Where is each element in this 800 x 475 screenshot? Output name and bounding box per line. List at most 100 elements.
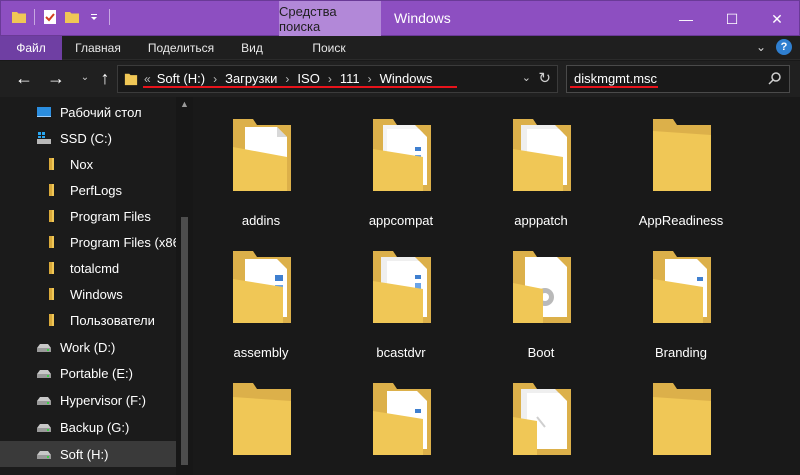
tab-view[interactable]: Вид [228,36,276,60]
sidebar-item-portable-e[interactable]: Portable (E:) [0,360,176,386]
sidebar-item-program-files[interactable]: Program Files [0,203,176,229]
ribbon-tabs: Файл Главная Поделиться Вид Поиск ⌄ ? [0,36,800,60]
folder-tile-addins[interactable]: addins [193,97,329,228]
sidebar-item-ssd-c[interactable]: SSD (C:) [0,125,176,151]
navigation-bar: ← → ⌄ ↑ « Soft (H:) › Загрузки › ISO › 1… [0,61,800,97]
search-query: diskmgmt.msc [574,71,658,86]
maximize-button[interactable]: ☐ [709,1,755,37]
folder-icon [46,156,62,172]
folder-icon [373,251,431,323]
sidebar-item-label: Backup (G:) [60,419,130,435]
minimize-button[interactable]: — [663,1,709,37]
back-button[interactable]: ← [14,68,34,88]
sidebar-scrollbar[interactable]: ▲ [176,97,193,475]
scrollbar-thumb[interactable] [181,217,188,465]
folder-icon [46,260,62,276]
title-bar: Средства поиска Windows — ☐ ✕ [0,0,800,37]
sidebar-item-desktop[interactable]: Рабочий стол [0,99,176,125]
folder-tile[interactable] [193,361,329,475]
folder-label: bcastdvr [376,345,426,360]
up-button[interactable]: ↑ [95,68,115,88]
sidebar-item-users[interactable]: Пользователи [0,307,176,333]
folder-icon [513,119,571,191]
folder-icon[interactable] [11,9,27,25]
folder-tile-appreadiness[interactable]: AppReadiness [613,97,749,228]
sidebar-item-hypervisor-f[interactable]: Hypervisor (F:) [0,387,176,413]
breadcrumb-downloads[interactable]: Загрузки [225,71,277,86]
breadcrumb-windows[interactable]: Windows [380,71,433,86]
folder-label: apppatch [514,213,568,228]
new-folder-icon[interactable] [64,9,80,25]
sidebar-item-label: Work (D:) [60,339,116,355]
chevron-down-icon[interactable]: ⌄ [756,40,766,54]
folder-label: appcompat [368,213,434,228]
folder-tile-appcompat[interactable]: appcompat [333,97,469,228]
folder-icon [653,119,711,191]
tab-file[interactable]: Файл [0,36,62,60]
folder-icon [513,251,571,323]
drive-icon [36,365,52,381]
breadcrumb-soft-h[interactable]: Soft (H:) [157,71,205,86]
tab-search[interactable]: Поиск [278,36,380,60]
customize-toolbar-icon[interactable] [86,9,102,25]
folder-label: assembly [233,345,289,360]
breadcrumb-separator[interactable]: › [328,72,332,86]
folder-icon [124,72,138,86]
sidebar-item-work-d[interactable]: Work (D:) [0,334,176,360]
breadcrumb-overflow[interactable]: « [144,72,151,86]
sidebar-item-label: Hypervisor (F:) [60,392,146,408]
drive-icon [36,392,52,408]
sidebar-item-totalcmd[interactable]: totalcmd [0,255,176,281]
folder-tile[interactable] [473,361,609,475]
breadcrumb-separator[interactable]: › [285,72,289,86]
quick-access-toolbar [11,9,111,25]
sidebar-item-nox[interactable]: Nox [0,151,176,177]
folder-tile-boot[interactable]: Boot [473,229,609,360]
folder-tile-bcastdvr[interactable]: bcastdvr [333,229,469,360]
sidebar-item-label: Windows [70,286,123,302]
sidebar-item-backup-g[interactable]: Backup (G:) [0,414,176,440]
navigation-pane: Рабочий стол SSD (C:) Nox PerfLogs Progr… [0,97,193,475]
folder-tile-branding[interactable]: Branding [613,229,749,360]
folder-label: addins [241,213,281,228]
sidebar-item-perflogs[interactable]: PerfLogs [0,177,176,203]
windows-drive-icon [36,130,52,146]
address-dropdown-icon[interactable]: ⌄ [522,71,531,84]
sidebar-item-label: Program Files (x86) [70,234,185,250]
folder-icon [46,182,62,198]
breadcrumb-separator[interactable]: › [213,72,217,86]
scroll-up-icon[interactable]: ▲ [180,99,189,109]
folder-tile-apppatch[interactable]: apppatch [473,97,609,228]
breadcrumb-111[interactable]: 111 [340,71,360,86]
sidebar-item-program-files-x86[interactable]: Program Files (x86) [0,229,184,255]
drive-icon [36,446,52,462]
tab-share[interactable]: Поделиться [134,36,228,60]
folder-icon [653,251,711,323]
recent-locations-button[interactable]: ⌄ [75,68,95,88]
folder-tile[interactable] [333,361,469,475]
search-input[interactable]: diskmgmt.msc [566,65,790,93]
forward-button[interactable]: → [46,68,66,88]
sidebar-item-windows[interactable]: Windows [0,281,176,307]
breadcrumb-iso[interactable]: ISO [297,71,319,86]
close-button[interactable]: ✕ [754,1,800,37]
toolbar-divider [34,9,35,25]
address-bar[interactable]: « Soft (H:) › Загрузки › ISO › 111 › Win… [117,65,558,93]
properties-icon[interactable] [42,9,58,25]
refresh-button[interactable]: ↻ [538,69,551,87]
help-icon[interactable]: ? [776,39,792,55]
folder-icon [46,234,62,250]
sidebar-item-label: Рабочий стол [60,104,142,120]
folder-tile-assembly[interactable]: assembly [193,229,329,360]
drive-icon [36,419,52,435]
highlight-underline [570,86,658,88]
search-icon[interactable] [767,71,783,87]
breadcrumb-separator[interactable]: › [368,72,372,86]
tab-home[interactable]: Главная [62,36,134,60]
folder-tile[interactable] [613,361,749,475]
folder-icon [653,383,711,455]
sidebar-item-soft-h[interactable]: Soft (H:) [0,441,176,467]
window-title: Windows [394,10,451,26]
sidebar-item-label: Program Files [70,208,151,224]
sidebar-item-label: PerfLogs [70,182,123,198]
